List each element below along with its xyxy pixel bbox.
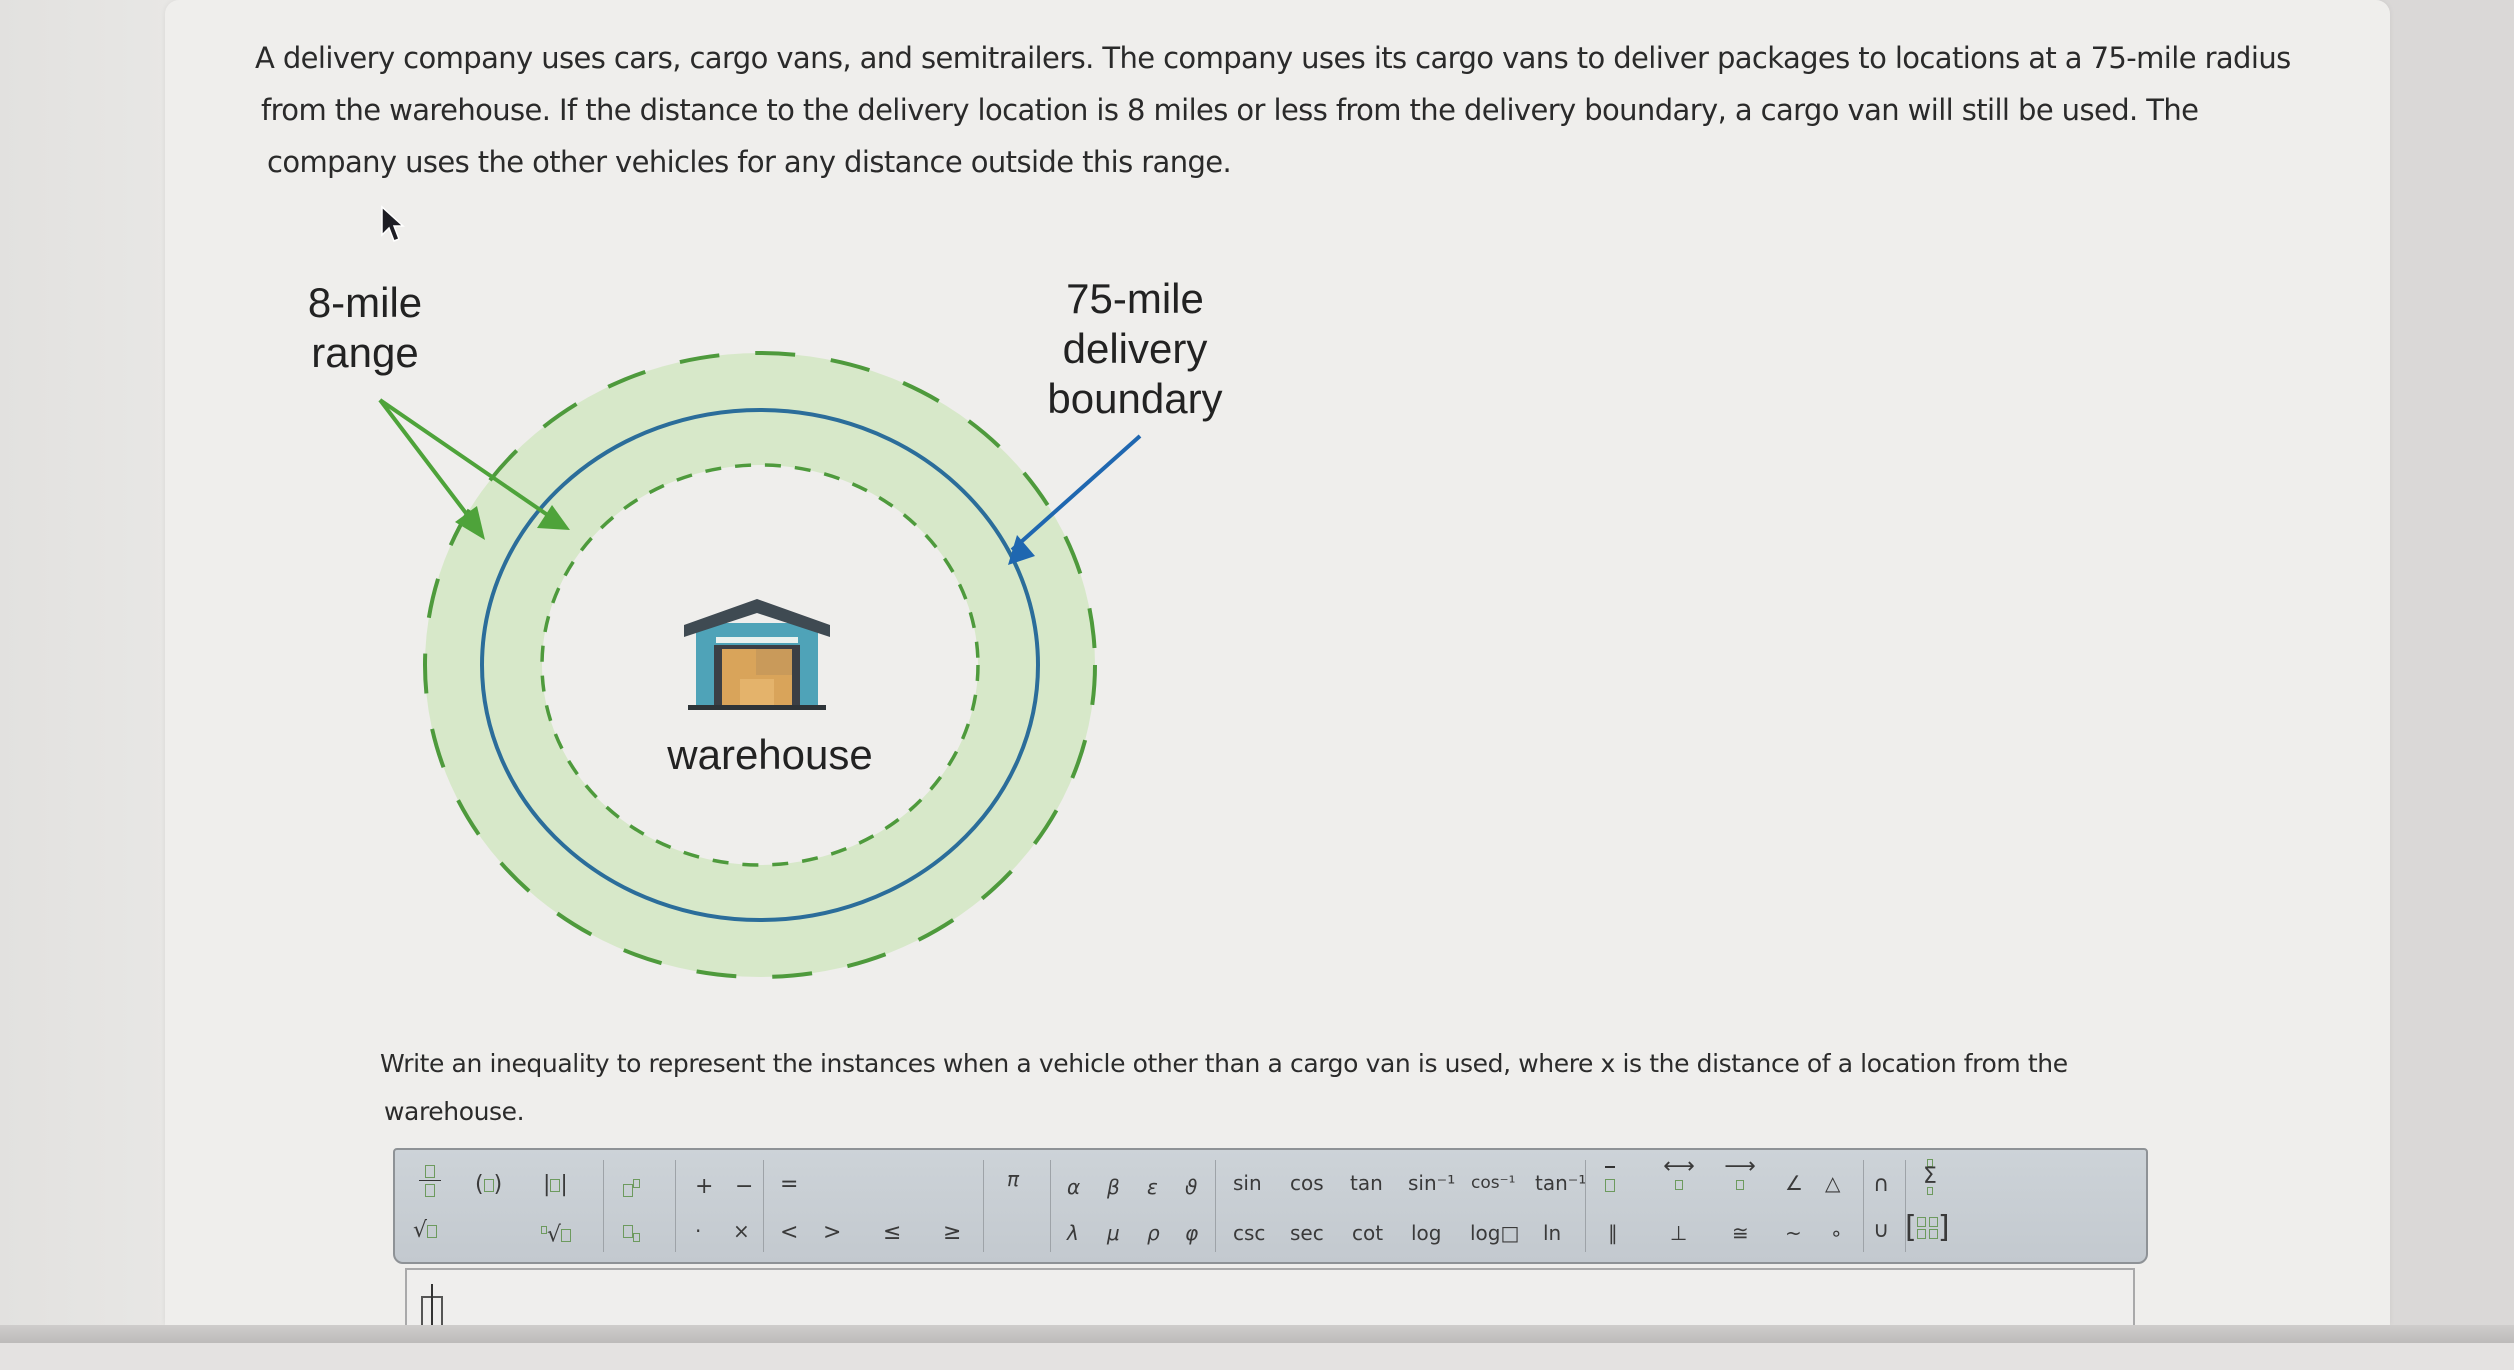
line-button[interactable]: ⟷ bbox=[1657, 1156, 1701, 1194]
mouse-pointer-icon bbox=[381, 205, 405, 242]
less-equal-button[interactable]: ≤ bbox=[883, 1218, 901, 1248]
less-than-button[interactable]: < bbox=[780, 1218, 798, 1248]
toolbar-separator bbox=[1585, 1160, 1586, 1252]
greek-mu-button[interactable]: μ bbox=[1107, 1218, 1120, 1248]
times-button[interactable]: × bbox=[733, 1216, 750, 1246]
desk-surface bbox=[0, 1343, 2514, 1370]
congruent-button[interactable]: ≅ bbox=[1732, 1218, 1749, 1248]
range-label: 8-mile range bbox=[280, 278, 450, 378]
toolbar-separator bbox=[603, 1160, 604, 1252]
problem-line: from the warehouse. If the distance to t… bbox=[261, 93, 2199, 127]
sin-button[interactable]: sin bbox=[1233, 1168, 1262, 1198]
cos-button[interactable]: cos bbox=[1290, 1168, 1324, 1198]
csc-button[interactable]: csc bbox=[1233, 1218, 1265, 1248]
summation-button[interactable]: Σ bbox=[1923, 1156, 1937, 1198]
toolbar-separator bbox=[1050, 1160, 1051, 1252]
problem-line: company uses the other vehicles for any … bbox=[267, 145, 1232, 179]
union-button[interactable]: ∪ bbox=[1873, 1216, 1889, 1246]
plus-button[interactable]: + bbox=[695, 1172, 713, 1202]
boundary-label-line: 75-mile bbox=[1066, 275, 1204, 322]
delivery-diagram: 8-mile range 75-mile delivery boundary w… bbox=[290, 260, 1290, 1000]
warehouse-label: warehouse bbox=[667, 731, 873, 778]
equals-button[interactable]: = bbox=[780, 1170, 798, 1200]
ray-button[interactable]: ⟶ bbox=[1720, 1156, 1760, 1194]
absolute-value-button[interactable]: | | bbox=[543, 1170, 568, 1200]
greater-than-button[interactable]: > bbox=[823, 1218, 841, 1248]
perpendicular-button[interactable]: ⊥ bbox=[1670, 1218, 1687, 1248]
intersection-button[interactable]: ∩ bbox=[1873, 1170, 1889, 1200]
nth-root-button[interactable]: √ bbox=[541, 1216, 572, 1250]
greek-rho-button[interactable]: ρ bbox=[1147, 1218, 1160, 1248]
log-base-button[interactable]: log□ bbox=[1470, 1218, 1519, 1248]
superscript-button[interactable] bbox=[623, 1168, 640, 1205]
greater-equal-button[interactable]: ≥ bbox=[943, 1218, 961, 1248]
range-label-line: 8-mile bbox=[307, 279, 423, 326]
arcsin-button[interactable]: sin⁻¹ bbox=[1408, 1168, 1455, 1198]
answer-input[interactable] bbox=[405, 1268, 2135, 1332]
math-toolbar: () | | √ √ + − · × = < > ≤ ≥ π α β ε ϑ λ … bbox=[393, 1148, 2148, 1264]
cot-button[interactable]: cot bbox=[1352, 1218, 1383, 1248]
fraction-button[interactable] bbox=[415, 1164, 445, 1197]
greek-lambda-button[interactable]: λ bbox=[1067, 1218, 1079, 1248]
subscript-button[interactable] bbox=[623, 1216, 640, 1252]
question-prompt: Write an inequality to represent the ins… bbox=[380, 1040, 2160, 1136]
greek-theta-button[interactable]: ϑ bbox=[1185, 1172, 1197, 1202]
similar-button[interactable]: ~ bbox=[1785, 1218, 1802, 1248]
sigma-glyph: Σ bbox=[1923, 1164, 1937, 1189]
log-button[interactable]: log bbox=[1411, 1218, 1442, 1248]
sec-button[interactable]: sec bbox=[1290, 1218, 1324, 1248]
line-segment-button[interactable] bbox=[1605, 1166, 1615, 1200]
toolbar-separator bbox=[763, 1160, 764, 1252]
boundary-label: 75-mile delivery boundary bbox=[1025, 274, 1245, 424]
greek-beta-button[interactable]: β bbox=[1107, 1172, 1120, 1202]
ln-button[interactable]: ln bbox=[1543, 1218, 1561, 1248]
dot-button[interactable]: · bbox=[695, 1216, 701, 1246]
toolbar-separator bbox=[675, 1160, 676, 1252]
greek-phi-button[interactable]: φ bbox=[1185, 1218, 1198, 1248]
matrix-button[interactable]: [ ] bbox=[1905, 1208, 1950, 1248]
minus-button[interactable]: − bbox=[735, 1172, 753, 1202]
degree-button[interactable]: ∘ bbox=[1830, 1218, 1843, 1248]
arctan-button[interactable]: tan⁻¹ bbox=[1535, 1168, 1586, 1198]
parentheses-button[interactable]: () bbox=[475, 1170, 502, 1200]
toolbar-separator bbox=[1863, 1160, 1864, 1252]
greek-epsilon-button[interactable]: ε bbox=[1147, 1172, 1158, 1202]
warehouse-icon bbox=[684, 599, 830, 710]
greek-alpha-button[interactable]: α bbox=[1067, 1172, 1080, 1202]
question-line: warehouse. bbox=[384, 1097, 525, 1126]
problem-line: A delivery company uses cars, cargo vans… bbox=[255, 41, 2291, 75]
angle-button[interactable]: ∠ bbox=[1785, 1168, 1803, 1198]
boundary-label-line: boundary bbox=[1047, 375, 1223, 422]
range-label-line: range bbox=[311, 329, 419, 376]
pi-button[interactable]: π bbox=[1007, 1164, 1019, 1194]
parallel-button[interactable]: ∥ bbox=[1608, 1218, 1618, 1248]
toolbar-separator bbox=[1215, 1160, 1216, 1252]
boundary-label-line: delivery bbox=[1062, 325, 1208, 372]
monitor-bezel bbox=[0, 1325, 2514, 1343]
triangle-button[interactable]: △ bbox=[1825, 1168, 1840, 1198]
square-root-button[interactable]: √ bbox=[413, 1216, 438, 1246]
problem-statement: A delivery company uses cars, cargo vans… bbox=[255, 32, 2315, 188]
arccos-button[interactable]: cos⁻¹ bbox=[1471, 1168, 1515, 1198]
question-line: Write an inequality to represent the ins… bbox=[380, 1049, 2068, 1078]
toolbar-separator bbox=[983, 1160, 984, 1252]
tan-button[interactable]: tan bbox=[1350, 1168, 1383, 1198]
